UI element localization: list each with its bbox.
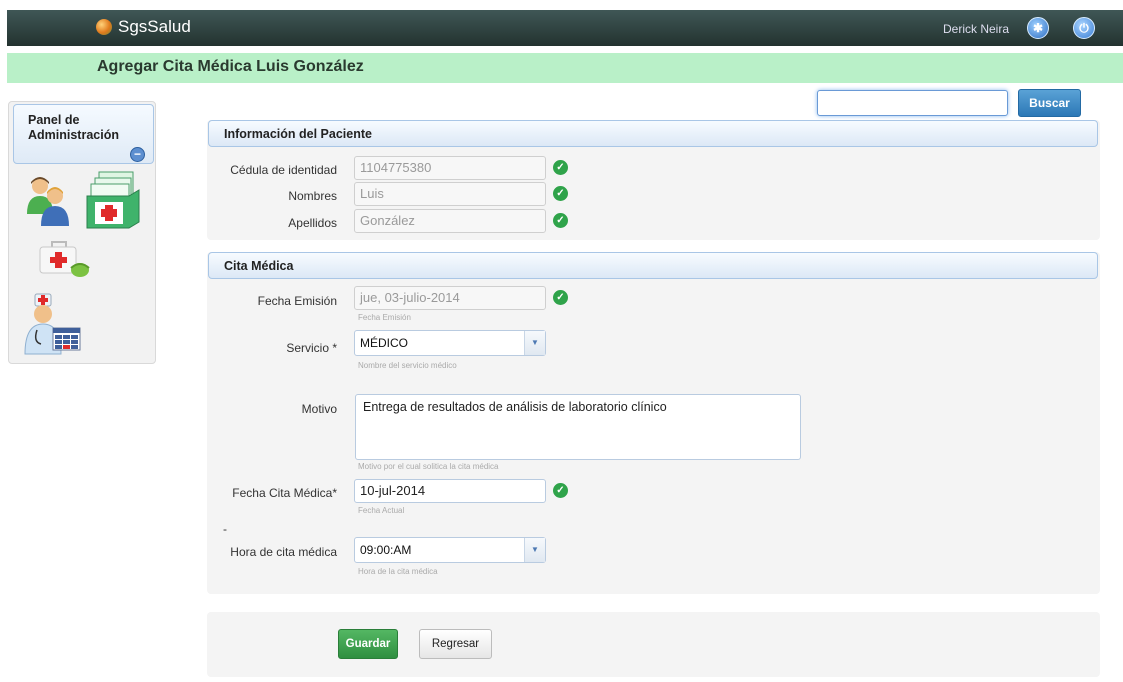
separator-dash: - <box>223 522 227 536</box>
medical-records-icon[interactable] <box>85 170 141 230</box>
admin-panel-title: Panel de Administración <box>28 113 119 142</box>
search-input[interactable] <box>817 90 1008 116</box>
last-name-field[interactable]: González <box>354 209 546 233</box>
appointment-time-hint: Hora de la cita médica <box>358 567 438 576</box>
check-circle-icon: ✓ <box>553 213 568 228</box>
form-actions: Guardar Regresar <box>207 612 1100 677</box>
service-label: Servicio * <box>286 341 337 355</box>
patient-info-title: Información del Paciente <box>224 127 372 141</box>
brand[interactable]: SgsSalud <box>96 17 191 37</box>
service-value: MÉDICO <box>360 336 408 350</box>
appointment-time-select[interactable]: 09:00:AM ▼ <box>354 537 546 563</box>
appointment-time-label: Hora de cita médica <box>230 545 337 559</box>
id-field[interactable]: 1104775380 <box>354 156 546 180</box>
last-name-label: Apellidos <box>288 216 337 230</box>
first-name-field[interactable]: Luis <box>354 182 546 206</box>
chevron-down-icon[interactable]: ▼ <box>524 331 545 355</box>
page-title: Agregar Cita Médica Luis González <box>97 58 364 75</box>
power-icon[interactable]: ⏻ <box>1073 17 1095 39</box>
app-name: SgsSalud <box>118 17 191 36</box>
reason-label: Motivo <box>301 402 337 416</box>
appointment-time-value: 09:00:AM <box>360 543 412 557</box>
back-button[interactable]: Regresar <box>419 629 492 659</box>
appointment-title: Cita Médica <box>224 259 294 273</box>
appointment-date-field[interactable]: 10-jul-2014 <box>354 479 546 503</box>
page-title-bar: Agregar Cita Médica Luis González <box>7 53 1123 83</box>
check-circle-icon: ✓ <box>553 483 568 498</box>
settings-icon[interactable]: ✱ <box>1027 17 1049 39</box>
patient-info-panel: Información del Paciente Cédula de ident… <box>207 120 1100 240</box>
save-button[interactable]: Guardar <box>338 629 398 659</box>
appointment-date-hint: Fecha Actual <box>358 506 405 515</box>
service-hint: Nombre del servicio médico <box>358 361 457 370</box>
check-circle-icon: ✓ <box>553 186 568 201</box>
id-label: Cédula de identidad <box>230 163 337 177</box>
emission-date-hint: Fecha Emisión <box>358 313 411 322</box>
user-name[interactable]: Derick Neira <box>943 22 1009 36</box>
brand-logo-icon <box>96 19 112 35</box>
collapse-icon[interactable]: − <box>130 147 145 162</box>
first-name-label: Nombres <box>288 189 337 203</box>
appointment-header[interactable]: Cita Médica <box>208 252 1098 279</box>
emission-date-field[interactable]: jue, 03-julio-2014 <box>354 286 546 310</box>
reason-textarea[interactable]: Entrega de resultados de análisis de lab… <box>355 394 801 460</box>
search-button[interactable]: Buscar <box>1018 89 1081 117</box>
appointment-panel: Cita Médica Fecha Emisión jue, 03-julio-… <box>207 252 1100 594</box>
top-navbar: SgsSalud Derick Neira ✱ ⏻ <box>7 10 1123 46</box>
check-circle-icon: ✓ <box>553 160 568 175</box>
patient-info-header[interactable]: Información del Paciente <box>208 120 1098 147</box>
doctor-calendar-icon[interactable] <box>23 292 81 356</box>
admin-panel: Panel de Administración − <box>8 101 156 364</box>
service-select[interactable]: MÉDICO ▼ <box>354 330 546 356</box>
first-aid-kit-icon[interactable] <box>38 240 90 280</box>
reason-hint: Motivo por el cual solitica la cita médi… <box>358 462 499 471</box>
appointment-date-label: Fecha Cita Médica* <box>232 486 337 500</box>
emission-date-label: Fecha Emisión <box>257 294 337 308</box>
admin-panel-header: Panel de Administración − <box>13 104 154 164</box>
check-circle-icon: ✓ <box>553 290 568 305</box>
chevron-down-icon[interactable]: ▼ <box>524 538 545 562</box>
patients-icon[interactable] <box>25 174 69 228</box>
